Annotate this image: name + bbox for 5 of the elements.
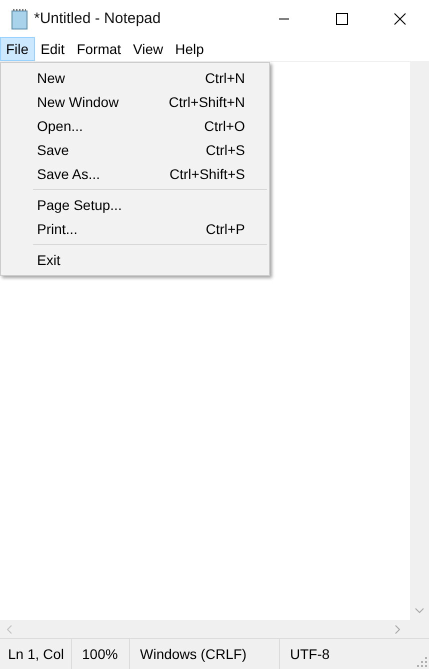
status-text: UTF-8 <box>289 645 330 664</box>
status-text: 100% <box>72 639 130 669</box>
window-title: *Untitled - Notepad <box>34 10 162 27</box>
status-text: Windows (CRLF) <box>130 639 280 669</box>
status-text: Ln 1, Col <box>0 639 72 669</box>
